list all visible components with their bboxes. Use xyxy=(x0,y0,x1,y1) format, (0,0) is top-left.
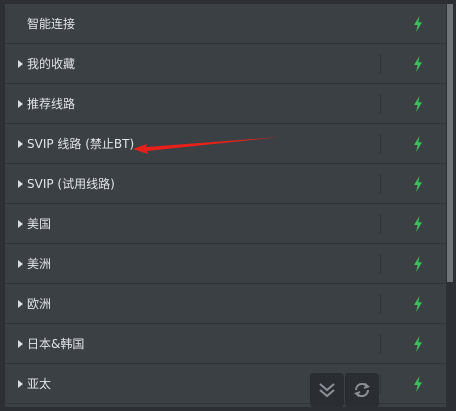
double-chevron-down-icon xyxy=(319,383,335,398)
caret-right-icon xyxy=(18,299,23,308)
lightning-bolt-icon[interactable] xyxy=(413,96,423,112)
caret-right-icon xyxy=(18,259,23,268)
list-item-smart-connect[interactable]: 智能连接 xyxy=(5,4,446,44)
list-item-label: 欧洲 xyxy=(27,297,52,311)
divider xyxy=(380,174,381,194)
lightning-bolt-icon[interactable] xyxy=(413,216,423,232)
list-item-recommended[interactable]: 推荐线路 xyxy=(5,84,446,124)
divider xyxy=(380,294,381,314)
list-item-svip-trial[interactable]: SVIP (试用线路) xyxy=(5,164,446,204)
list-item-americas[interactable]: 美洲 xyxy=(5,244,446,284)
divider xyxy=(380,134,381,154)
caret-right-icon xyxy=(18,379,23,388)
divider xyxy=(380,334,381,354)
lightning-bolt-icon[interactable] xyxy=(413,56,423,72)
lightning-bolt-icon[interactable] xyxy=(413,256,423,272)
caret-right-icon xyxy=(18,99,23,108)
vertical-scrollbar[interactable] xyxy=(447,4,453,407)
list-item-favorites[interactable]: 我的收藏 xyxy=(5,44,446,84)
lightning-bolt-icon[interactable] xyxy=(413,16,423,32)
server-list-window: 智能连接 我的收藏 推荐线路 SVIP 线路 (禁止BT) SVIP (试用线路… xyxy=(0,0,456,411)
lightning-bolt-icon[interactable] xyxy=(413,336,423,352)
caret-right-icon xyxy=(18,59,23,68)
lightning-bolt-icon[interactable] xyxy=(413,296,423,312)
list-item-usa[interactable]: 美国 xyxy=(5,204,446,244)
list-item-label: 智能连接 xyxy=(27,17,76,31)
list-item-label: 推荐线路 xyxy=(27,97,76,111)
list-item-label: SVIP (试用线路) xyxy=(27,177,115,191)
divider xyxy=(380,94,381,114)
divider xyxy=(380,374,381,394)
list-item-label: 日本&韩国 xyxy=(27,337,85,351)
server-group-list: 智能连接 我的收藏 推荐线路 SVIP 线路 (禁止BT) SVIP (试用线路… xyxy=(5,4,446,407)
lightning-bolt-icon[interactable] xyxy=(413,376,423,392)
refresh-button[interactable] xyxy=(345,373,379,407)
list-item-asia-pacific[interactable]: 亚太 xyxy=(5,364,446,404)
list-item-label: SVIP 线路 (禁止BT) xyxy=(27,137,135,151)
caret-right-icon xyxy=(18,139,23,148)
lightning-bolt-icon[interactable] xyxy=(413,176,423,192)
list-item-japan-korea[interactable]: 日本&韩国 xyxy=(5,324,446,364)
expand-all-button[interactable] xyxy=(310,373,344,407)
refresh-icon xyxy=(354,382,370,398)
scrollbar-thumb[interactable] xyxy=(447,4,453,282)
list-item-label: 我的收藏 xyxy=(27,57,76,71)
list-item-label: 美洲 xyxy=(27,257,52,271)
list-item-svip[interactable]: SVIP 线路 (禁止BT) xyxy=(5,124,446,164)
caret-right-icon xyxy=(18,339,23,348)
divider xyxy=(380,214,381,234)
caret-right-icon xyxy=(18,219,23,228)
list-item-label: 美国 xyxy=(27,217,52,231)
list-item-label: 亚太 xyxy=(27,377,52,391)
list-item-europe[interactable]: 欧洲 xyxy=(5,284,446,324)
divider xyxy=(380,54,381,74)
lightning-bolt-icon[interactable] xyxy=(413,136,423,152)
divider xyxy=(380,254,381,274)
caret-right-icon xyxy=(18,179,23,188)
